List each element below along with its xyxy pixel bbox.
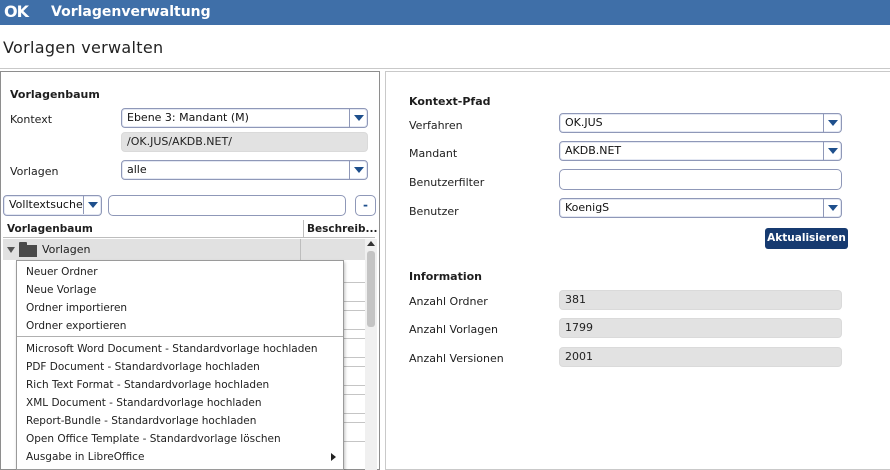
anzahl-ordner-value: 381	[565, 293, 586, 306]
benutzer-select[interactable]: KoenigS	[559, 198, 842, 218]
collapse-button[interactable]: -	[355, 195, 376, 216]
menu-item-xml-hochladen[interactable]: XML Document - Standardvorlage hochladen	[26, 397, 261, 409]
tree-root-row[interactable]: Vorlagen	[3, 239, 365, 260]
ok-logo: OK	[4, 2, 29, 21]
aktualisieren-button[interactable]: Aktualisieren	[765, 228, 848, 249]
benutzer-label: Benutzer	[409, 205, 459, 218]
chevron-down-icon[interactable]	[349, 161, 367, 179]
tree-header: Vorlagenbaum Beschreib...	[3, 220, 377, 238]
search-type-select[interactable]: Volltextsuche	[3, 195, 102, 216]
vorlagen-select[interactable]: alle	[121, 160, 368, 180]
menu-item-ordner-exportieren[interactable]: Ordner exportieren	[26, 320, 126, 332]
tree-root-label: Vorlagen	[42, 243, 91, 256]
verfahren-select-value: OK.JUS	[565, 116, 603, 129]
scrollbar-thumb[interactable]	[367, 251, 375, 327]
anzahl-vorlagen-field: 1799	[559, 318, 842, 338]
page-title: Vorlagen verwalten	[3, 38, 164, 57]
tree-row-stub	[343, 422, 365, 442]
menu-item-rtf-hochladen[interactable]: Rich Text Format - Standardvorlage hochl…	[26, 379, 269, 391]
kontext-pfad-title: Kontext-Pfad	[409, 95, 491, 108]
benutzerfilter-input[interactable]	[559, 169, 842, 190]
chevron-down-icon[interactable]	[823, 142, 841, 160]
title-divider	[0, 68, 890, 69]
context-menu: Neuer Ordner Neue Vorlage Ordner importi…	[16, 260, 344, 470]
expand-triangle-icon[interactable]	[7, 247, 15, 253]
scroll-up-icon[interactable]	[367, 241, 375, 246]
vorlagenbaum-section-title: Vorlagenbaum	[10, 88, 100, 101]
menu-item-ordner-importieren[interactable]: Ordner importieren	[26, 302, 127, 314]
menu-item-pdf-hochladen[interactable]: PDF Document - Standardvorlage hochladen	[26, 361, 260, 373]
chevron-down-icon[interactable]	[823, 114, 841, 132]
menu-separator	[17, 336, 343, 337]
anzahl-ordner-field: 381	[559, 290, 842, 310]
anzahl-versionen-label: Anzahl Versionen	[409, 352, 504, 365]
menu-item-ausgabe-libreoffice[interactable]: Ausgabe in LibreOffice	[26, 451, 144, 463]
anzahl-vorlagen-value: 1799	[565, 321, 593, 334]
column-divider	[300, 239, 301, 260]
vorlagen-select-value: alle	[127, 163, 147, 176]
kontext-path-field: /OK.JUS/AKDB.NET/	[121, 132, 368, 152]
tree-scrollbar[interactable]	[365, 239, 377, 470]
menu-item-neue-vorlage[interactable]: Neue Vorlage	[26, 284, 96, 296]
tree-row-stub	[343, 282, 365, 302]
anzahl-ordner-label: Anzahl Ordner	[409, 295, 488, 308]
benutzerfilter-label: Benutzerfilter	[409, 176, 485, 189]
menu-item-report-bundle-hochladen[interactable]: Report-Bundle - Standardvorlage hochlade…	[26, 415, 256, 427]
tree-row-stub	[343, 338, 365, 358]
menu-item-neuer-ordner[interactable]: Neuer Ordner	[26, 266, 98, 278]
information-title: Information	[409, 270, 482, 283]
chevron-down-icon[interactable]	[823, 199, 841, 217]
anzahl-versionen-field: 2001	[559, 347, 842, 367]
benutzer-select-value: KoenigS	[565, 201, 610, 214]
tree-row-stub	[343, 310, 365, 330]
kontext-select[interactable]: Ebene 3: Mandant (M)	[121, 108, 368, 128]
chevron-down-icon[interactable]	[83, 196, 101, 214]
mandant-label: Mandant	[409, 147, 458, 160]
submenu-arrow-icon	[331, 453, 336, 461]
anzahl-vorlagen-label: Anzahl Vorlagen	[409, 323, 498, 336]
menu-item-open-office-loeschen[interactable]: Open Office Template - Standardvorlage l…	[26, 433, 281, 445]
tree-header-beschreibung[interactable]: Beschreib...	[303, 220, 377, 238]
folder-icon	[19, 242, 37, 257]
kontext-select-value: Ebene 3: Mandant (M)	[127, 111, 249, 124]
kontext-path-value: /OK.JUS/AKDB.NET/	[127, 135, 232, 148]
tree-row-stub	[343, 394, 365, 414]
search-type-value: Volltextsuche	[9, 198, 83, 211]
search-input[interactable]	[108, 195, 346, 216]
chevron-down-icon[interactable]	[349, 109, 367, 127]
menu-item-word-hochladen[interactable]: Microsoft Word Document - Standardvorlag…	[26, 343, 317, 355]
mandant-select-value: AKDB.NET	[565, 144, 622, 157]
kontext-label: Kontext	[10, 113, 53, 126]
mandant-select[interactable]: AKDB.NET	[559, 141, 842, 161]
anzahl-versionen-value: 2001	[565, 350, 593, 363]
tree-row-stub	[343, 366, 365, 386]
app-title: Vorlagenverwaltung	[51, 4, 211, 20]
verfahren-label: Verfahren	[409, 119, 463, 132]
vorlagen-label: Vorlagen	[10, 165, 59, 178]
verfahren-select[interactable]: OK.JUS	[559, 113, 842, 133]
tree-header-vorlagenbaum[interactable]: Vorlagenbaum	[7, 223, 93, 235]
